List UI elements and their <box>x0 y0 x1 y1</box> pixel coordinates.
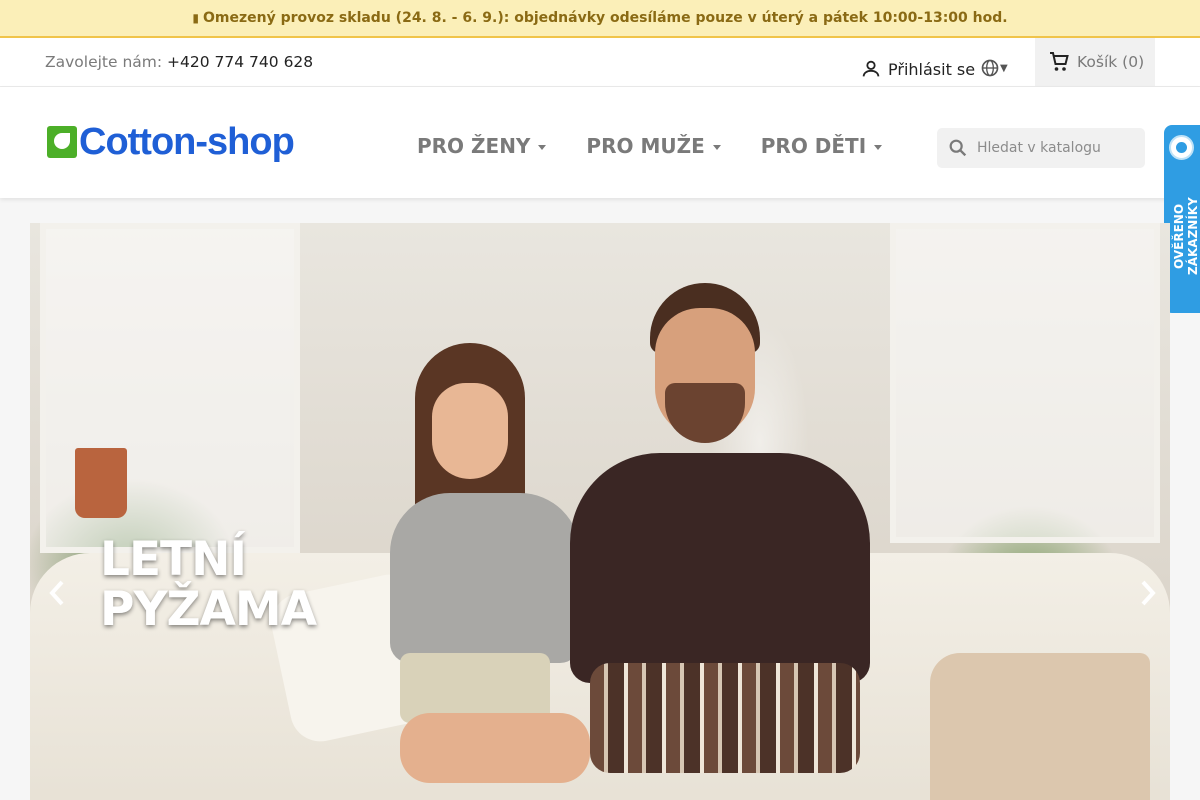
chevron-right-icon <box>1141 580 1156 606</box>
menu-item-pro-muze[interactable]: PRO MUŽE <box>586 134 721 158</box>
model-man <box>560 263 890 800</box>
menu-item-label: PRO DĚTI <box>760 134 867 158</box>
caret-down-icon <box>874 145 883 150</box>
announcement-text: Omezený provoz skladu (24. 8. - 6. 9.): … <box>203 10 1008 26</box>
chevron-left-icon <box>49 580 64 606</box>
site-header: Cotton-shop PRO ŽENY PRO MUŽE PRO DĚTI <box>0 87 1200 198</box>
lightning-icon: ▮ <box>192 11 200 25</box>
menu-item-pro-deti[interactable]: PRO DĚTI <box>760 134 883 158</box>
logo-text: Cotton-shop <box>79 121 295 163</box>
slide-title: LETNÍ PYŽAMA <box>100 532 317 637</box>
caret-down-icon <box>712 145 721 150</box>
cart-count: (0) <box>1122 53 1145 71</box>
chevron-down-icon: ▼ <box>1000 62 1008 74</box>
cart-button[interactable]: Košík (0) <box>1035 38 1155 86</box>
search-icon[interactable] <box>947 137 969 159</box>
site-logo[interactable]: Cotton-shop <box>47 121 295 163</box>
contact-info: Zavolejte nám: +420 774 740 628 <box>45 53 313 71</box>
menu-item-label: PRO ŽENY <box>417 134 531 158</box>
menu-item-pro-zeny[interactable]: PRO ŽENY <box>417 134 547 158</box>
announcement-bar: ▮ Omezený provoz skladu (24. 8. - 6. 9.)… <box>0 0 1200 38</box>
main-menu: PRO ŽENY PRO MUŽE PRO DĚTI <box>417 134 922 158</box>
cart-icon <box>1050 52 1069 71</box>
signin-label: Přihlásit se <box>888 59 976 79</box>
leaf-icon <box>47 126 77 158</box>
hero-slider[interactable]: LETNÍ PYŽAMA <box>30 223 1170 800</box>
signin-link[interactable]: Přihlásit se <box>860 58 975 80</box>
menu-item-label: PRO MUŽE <box>586 134 705 158</box>
blanket <box>930 653 1150 800</box>
language-selector[interactable]: ▼ <box>980 58 1008 78</box>
background-window <box>890 223 1160 543</box>
phone-link[interactable]: +420 774 740 628 <box>167 53 313 71</box>
top-bar: Zavolejte nám: +420 774 740 628 Přihlási… <box>0 38 1200 87</box>
seal-icon <box>1169 135 1194 160</box>
caret-down-icon <box>538 145 547 150</box>
slide-title-line: LETNÍ <box>100 532 247 587</box>
call-label: Zavolejte nám: <box>45 53 163 71</box>
user-icon <box>862 60 880 77</box>
search-box <box>937 128 1145 168</box>
prev-slide-button[interactable] <box>42 573 72 613</box>
slide-title-line: PYŽAMA <box>100 582 317 637</box>
search-input[interactable] <box>977 140 1137 156</box>
globe-icon <box>981 59 999 77</box>
badge-text: OVĚŘENO ZÁKAZNÍKY <box>1172 197 1200 275</box>
next-slide-button[interactable] <box>1133 573 1163 613</box>
plant-pot <box>75 448 127 518</box>
cart-label: Košík <box>1077 53 1118 71</box>
